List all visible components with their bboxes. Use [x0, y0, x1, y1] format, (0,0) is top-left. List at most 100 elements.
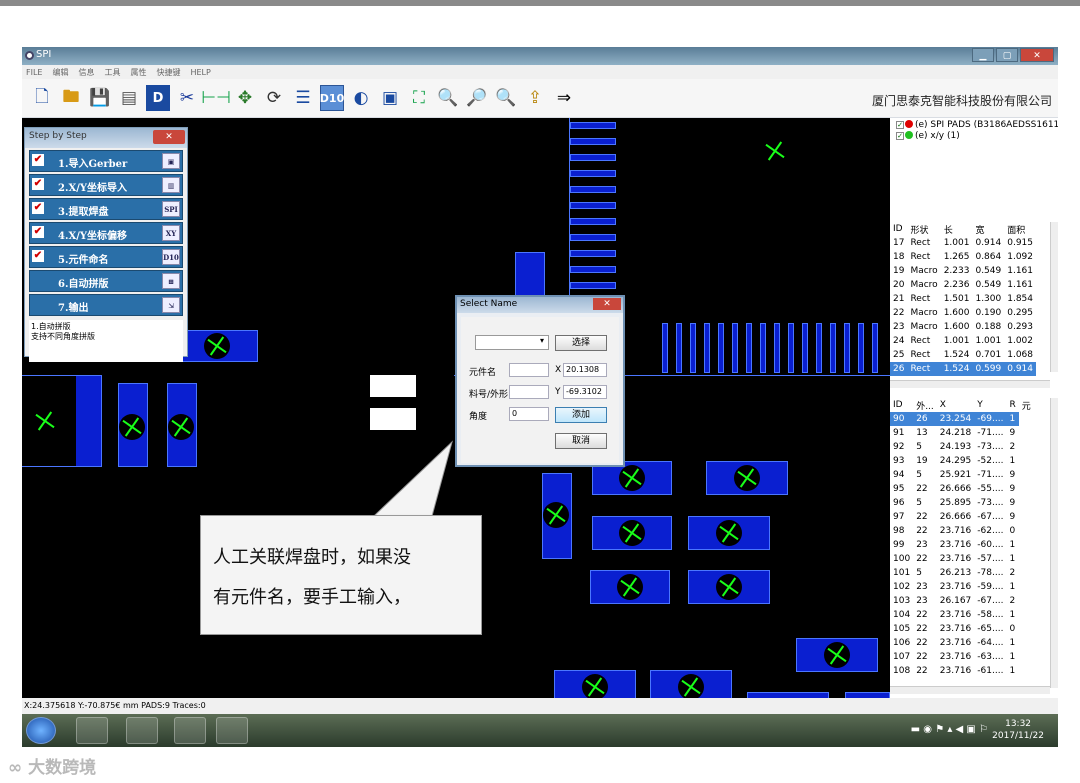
table-row[interactable]: 98 22 23.716 -62.... 0: [890, 524, 1034, 538]
table-cell: 22: [916, 652, 928, 662]
col-area[interactable]: 面积: [1004, 222, 1036, 236]
table-cell: 1.524: [943, 350, 970, 360]
table-cell: 93: [893, 456, 905, 466]
clock[interactable]: 13:32 2017/11/22: [992, 718, 1044, 742]
table-row[interactable]: 23 Macro 1.600 0.188 0.293: [890, 320, 1036, 334]
table-row[interactable]: 93 19 24.295 -52.... 1: [890, 454, 1034, 468]
table-row[interactable]: 17 Rect 1.001 0.914 0.915: [890, 236, 1036, 250]
table-cell: -71....: [977, 470, 1004, 480]
green-dot-icon: [905, 131, 913, 139]
layer-item[interactable]: ✓ (e) SPI PADS (B3186AEDSS161103: [890, 120, 1058, 131]
table-cell: 0.864: [975, 252, 1002, 262]
col-shape[interactable]: 外...: [913, 398, 937, 412]
table-row[interactable]: 105 22 23.716 -65.... 0: [890, 622, 1034, 636]
table-cell: 106: [893, 638, 911, 648]
col-id[interactable]: ID: [890, 222, 907, 236]
table-cell: 1.854: [1007, 294, 1033, 304]
col-x[interactable]: X: [937, 398, 975, 412]
table-cell: 22: [916, 526, 928, 536]
checkbox-icon[interactable]: ✓: [896, 121, 904, 129]
table-cell: 1: [1009, 652, 1016, 662]
table-cell: 23: [893, 322, 905, 332]
pad-table-hscroll[interactable]: [890, 380, 1050, 388]
table-row[interactable]: 92 5 24.193 -73.... 2: [890, 440, 1034, 454]
col-name[interactable]: 元: [1019, 398, 1034, 412]
pad-table-scrollbar[interactable]: [1050, 222, 1058, 372]
table-cell: 19: [916, 456, 928, 466]
right-panel: ✓ (e) SPI PADS (B3186AEDSS161103 ✓ (e) x/y…: [890, 118, 1058, 698]
table-cell: 25: [893, 350, 905, 360]
top-border: [0, 0, 1080, 6]
table-row[interactable]: 18 Rect 1.265 0.864 1.092: [890, 250, 1036, 264]
table-cell: 22: [916, 554, 928, 564]
comp-table-scrollbar[interactable]: [1050, 398, 1058, 688]
table-cell: 91: [893, 428, 905, 438]
table-cell: 1.600: [943, 308, 970, 318]
table-row[interactable]: 24 Rect 1.001 1.001 1.002: [890, 334, 1036, 348]
table-cell: 1: [1009, 666, 1016, 676]
table-row[interactable]: 102 23 23.716 -59.... 1: [890, 580, 1034, 594]
table-cell: 22: [916, 638, 928, 648]
table-row[interactable]: 107 22 23.716 -63.... 1: [890, 650, 1034, 664]
table-row[interactable]: 103 23 26.167 -67.... 2: [890, 594, 1034, 608]
col-y[interactable]: Y: [974, 398, 1006, 412]
table-cell: 5: [916, 470, 922, 480]
taskbar-app-icon[interactable]: [76, 717, 108, 744]
table-row[interactable]: 22 Macro 1.600 0.190 0.295: [890, 306, 1036, 320]
table-row[interactable]: 25 Rect 1.524 0.701 1.068: [890, 348, 1036, 362]
comp-table-hscroll[interactable]: [890, 686, 1050, 694]
table-cell: -67....: [977, 596, 1004, 606]
table-row[interactable]: 108 22 23.716 -61.... 1: [890, 664, 1034, 678]
table-cell: 1.002: [1007, 336, 1033, 346]
table-cell: 9: [1009, 428, 1016, 438]
table-row[interactable]: 101 5 26.213 -78.... 2: [890, 566, 1034, 580]
table-cell: 23.716: [939, 638, 972, 648]
table-row[interactable]: 96 5 25.895 -73.... 9: [890, 496, 1034, 510]
system-tray[interactable]: ▬ ◉ ⚑ ▴ ◀ ▣ ⚐: [911, 724, 988, 735]
table-cell: -60....: [977, 540, 1004, 550]
table-cell: 1.001: [943, 238, 970, 248]
table-cell: -65....: [977, 624, 1004, 634]
col-shape[interactable]: 形状: [907, 222, 940, 236]
table-row[interactable]: 106 22 23.716 -64.... 1: [890, 636, 1034, 650]
table-row[interactable]: 104 22 23.716 -58.... 1: [890, 608, 1034, 622]
col-id[interactable]: ID: [890, 398, 913, 412]
red-dot-icon: [905, 120, 913, 128]
table-cell: 0.549: [975, 280, 1002, 290]
table-cell: 0.188: [975, 322, 1002, 332]
table-cell: 105: [893, 624, 911, 634]
layer-item[interactable]: ✓ (e) x/y (1): [890, 131, 1058, 142]
table-cell: 101: [893, 568, 911, 578]
table-cell: -73....: [977, 442, 1004, 452]
table-row[interactable]: 19 Macro 2.233 0.549 1.161: [890, 264, 1036, 278]
table-cell: 0.293: [1007, 322, 1033, 332]
table-row[interactable]: 100 22 23.716 -57.... 1: [890, 552, 1034, 566]
checkbox-icon[interactable]: ✓: [896, 132, 904, 140]
table-cell: 26: [890, 362, 908, 376]
table-cell: 1: [1006, 412, 1019, 426]
table-cell: 2.233: [943, 266, 970, 276]
table-cell: 26.666: [939, 512, 972, 522]
table-row[interactable]: 90 26 23.254 -69.... 1: [890, 412, 1034, 426]
layer-list: ✓ (e) SPI PADS (B3186AEDSS161103 ✓ (e) x/y…: [890, 118, 1058, 222]
taskbar-app-icon[interactable]: [126, 717, 158, 744]
table-cell: 23: [916, 540, 928, 550]
table-cell: 23.254: [936, 412, 975, 426]
table-row[interactable]: 94 5 25.921 -71.... 9: [890, 468, 1034, 482]
taskbar-app-icon[interactable]: [174, 717, 206, 744]
table-row[interactable]: 26 Rect 1.524 0.599 0.914: [890, 362, 1036, 376]
table-cell: 23: [916, 596, 928, 606]
table-row[interactable]: 97 22 26.666 -67.... 9: [890, 510, 1034, 524]
table-row[interactable]: 21 Rect 1.501 1.300 1.854: [890, 292, 1036, 306]
col-width[interactable]: 宽: [972, 222, 1004, 236]
table-cell: 0.914: [1004, 362, 1036, 376]
start-button[interactable]: [26, 717, 56, 744]
col-r[interactable]: R: [1006, 398, 1018, 412]
excel-icon[interactable]: [216, 717, 248, 744]
col-length[interactable]: 长: [941, 222, 973, 236]
table-row[interactable]: 20 Macro 2.236 0.549 1.161: [890, 278, 1036, 292]
table-row[interactable]: 99 23 23.716 -60.... 1: [890, 538, 1034, 552]
table-cell: 13: [916, 428, 928, 438]
table-row[interactable]: 95 22 26.666 -55.... 9: [890, 482, 1034, 496]
table-row[interactable]: 91 13 24.218 -71.... 9: [890, 426, 1034, 440]
